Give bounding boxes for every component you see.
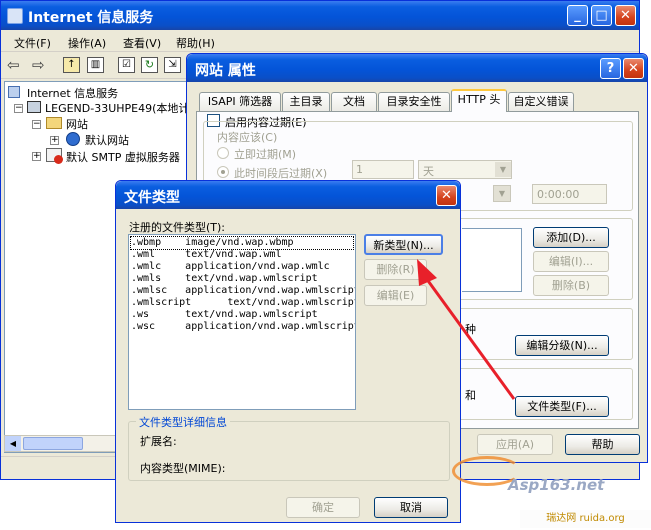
arrow-head bbox=[417, 259, 437, 286]
logo-text: Asp163.net bbox=[508, 476, 605, 494]
tab-http-headers[interactable]: HTTP 头 bbox=[451, 89, 507, 112]
site-logo: Asp163.net bbox=[452, 450, 638, 500]
arrow-shaft bbox=[424, 277, 516, 400]
footer-watermark: 瑞达网 ruida.org bbox=[520, 510, 651, 528]
